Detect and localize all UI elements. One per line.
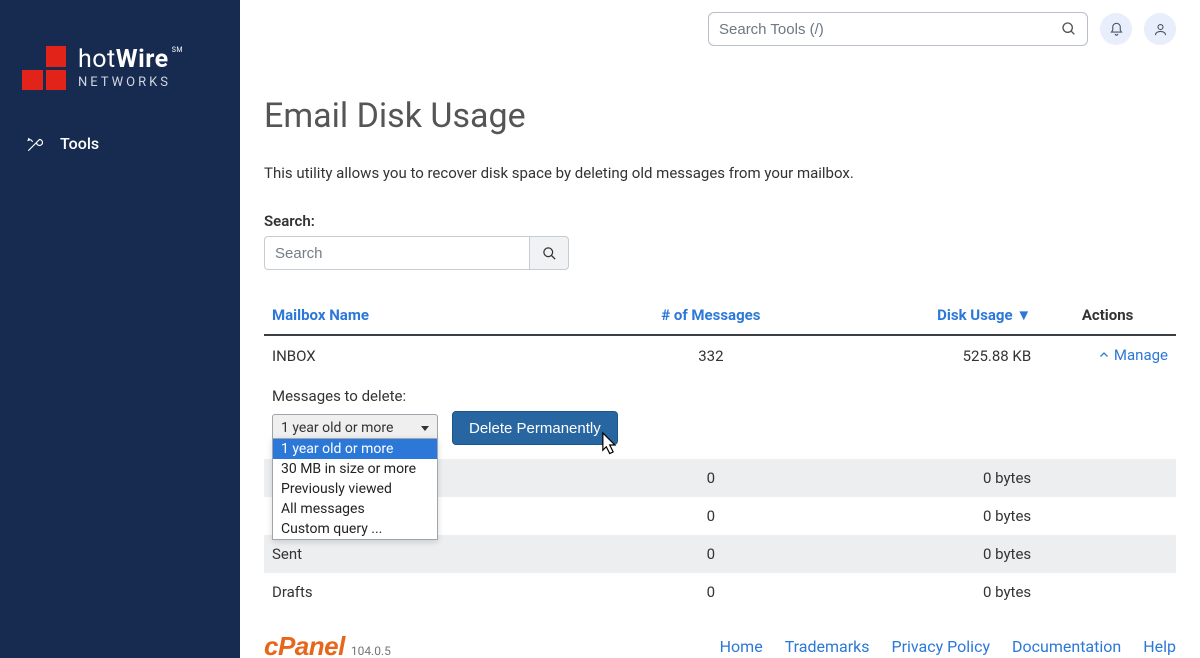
topbar	[240, 0, 1200, 58]
footer-link-help[interactable]: Help	[1143, 637, 1176, 656]
messages-to-delete-label: Messages to delete:	[272, 387, 1168, 405]
table-row: INBOX 332 525.88 KB Manage	[264, 335, 1176, 375]
account-button[interactable]	[1144, 13, 1176, 45]
col-mailbox-name[interactable]: Mailbox Name	[264, 296, 611, 335]
mailbox-table: Mailbox Name # of Messages Disk Usage ▼ …	[264, 296, 1176, 611]
mailbox-search-input[interactable]	[264, 236, 529, 270]
cell-disk: 0 bytes	[811, 459, 1039, 497]
chevron-up-icon	[1098, 349, 1110, 361]
search-icon	[542, 246, 557, 261]
cell-messages: 0	[611, 535, 812, 573]
sidebar-item-tools[interactable]: Tools	[0, 120, 240, 167]
manage-panel: Messages to delete: 1 year old or more D…	[264, 375, 1176, 459]
cell-disk: 0 bytes	[811, 497, 1039, 535]
user-icon	[1153, 22, 1168, 37]
logo-brand-text: hotWire SM	[78, 47, 171, 72]
mailbox-search-button[interactable]	[529, 236, 569, 270]
sidebar-item-label: Tools	[60, 134, 99, 153]
col-disk-usage[interactable]: Disk Usage ▼	[811, 296, 1039, 335]
col-messages[interactable]: # of Messages	[611, 296, 812, 335]
search-tools-input[interactable]	[719, 21, 1061, 38]
delete-permanently-button[interactable]: Delete Permanently	[452, 411, 618, 445]
logo-squares-icon	[22, 46, 66, 90]
footer-link-home[interactable]: Home	[720, 637, 763, 656]
search-label: Search:	[264, 212, 1176, 230]
cell-mailbox-name: Drafts	[264, 573, 611, 611]
dropdown-option[interactable]: Previously viewed	[273, 479, 437, 499]
bell-icon	[1109, 22, 1124, 37]
wrench-icon	[26, 135, 44, 153]
dropdown-option[interactable]: 30 MB in size or more	[273, 459, 437, 479]
cell-disk: 0 bytes	[811, 535, 1039, 573]
search-icon	[1061, 21, 1077, 37]
footer-link-documentation[interactable]: Documentation	[1012, 637, 1121, 656]
search-tools-wrap[interactable]	[708, 12, 1088, 46]
cell-messages: 0	[611, 573, 812, 611]
dropdown-option[interactable]: All messages	[273, 499, 437, 519]
table-row: Drafts 0 0 bytes	[264, 573, 1176, 611]
logo-subtext: NETWORKS	[78, 76, 171, 89]
delete-filter-dropdown: 1 year old or more 30 MB in size or more…	[272, 438, 438, 540]
footer-link-trademarks[interactable]: Trademarks	[785, 637, 870, 656]
manage-link[interactable]: Manage	[1098, 346, 1168, 364]
brand-logo: hotWire SM NETWORKS	[0, 0, 240, 120]
cell-disk: 0 bytes	[811, 573, 1039, 611]
cell-messages: 332	[611, 335, 812, 375]
footer: cPanel 104.0.5 Home Trademarks Privacy P…	[264, 611, 1176, 658]
cell-messages: 0	[611, 459, 812, 497]
notifications-button[interactable]	[1100, 13, 1132, 45]
cell-disk: 525.88 KB	[811, 335, 1039, 375]
dropdown-option[interactable]: 1 year old or more	[273, 439, 437, 459]
page-description: This utility allows you to recover disk …	[264, 164, 1176, 182]
cell-mailbox-name: Sent	[264, 535, 611, 573]
page-title: Email Disk Usage	[264, 96, 1176, 136]
table-row: Sent 0 0 bytes	[264, 535, 1176, 573]
sidebar: hotWire SM NETWORKS Tools	[0, 0, 240, 658]
footer-link-privacy[interactable]: Privacy Policy	[892, 637, 991, 656]
dropdown-option[interactable]: Custom query ...	[273, 519, 437, 539]
col-actions: Actions	[1039, 296, 1176, 335]
cell-mailbox-name: INBOX	[264, 335, 611, 375]
cell-messages: 0	[611, 497, 812, 535]
cpanel-logo: cPanel 104.0.5	[264, 631, 391, 658]
